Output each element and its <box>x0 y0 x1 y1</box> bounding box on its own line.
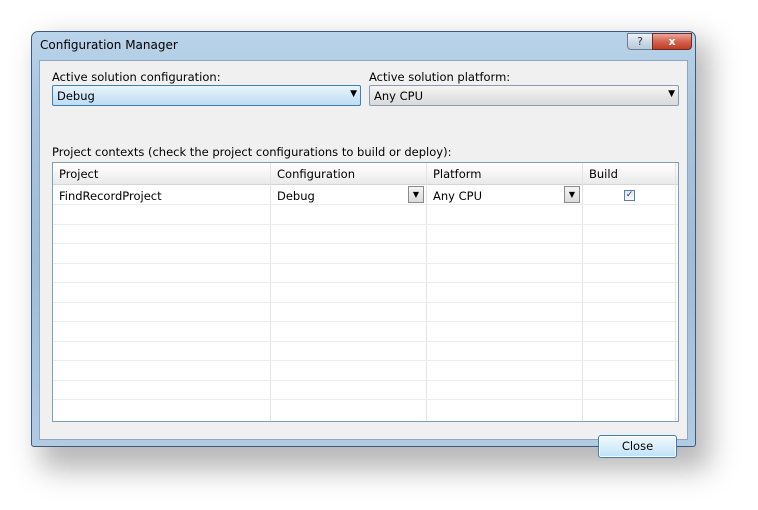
chevron-down-icon: ▼ <box>350 89 357 99</box>
active-platform-label: Active solution platform: <box>369 70 511 84</box>
window-close-button[interactable]: x <box>652 33 692 50</box>
window-title: Configuration Manager <box>40 38 178 52</box>
project-name-cell: FindRecordProject <box>59 189 162 203</box>
help-icon: ? <box>637 35 643 48</box>
help-button[interactable]: ? <box>627 33 653 50</box>
row-divider <box>53 399 678 400</box>
chevron-down-icon: ▼ <box>412 190 420 199</box>
active-config-select[interactable]: Debug ▼ <box>52 85 361 106</box>
row-divider <box>53 341 678 342</box>
column-divider <box>675 163 676 421</box>
row-divider <box>53 380 678 381</box>
close-button[interactable]: Close <box>598 435 677 458</box>
row-platform-value[interactable]: Any CPU <box>433 189 482 203</box>
column-header-configuration[interactable]: Configuration <box>277 167 355 181</box>
row-platform-dropdown[interactable]: ▼ <box>564 186 580 203</box>
title-bar: Configuration Manager ? x <box>32 32 695 60</box>
row-divider <box>53 263 678 264</box>
column-header-project[interactable]: Project <box>59 167 98 181</box>
dialog-client-area: Active solution configuration: Debug ▼ A… <box>39 60 688 458</box>
row-configuration-value[interactable]: Debug <box>277 189 315 203</box>
configuration-manager-window: Configuration Manager ? x Active solutio… <box>31 31 696 458</box>
active-config-label: Active solution configuration: <box>52 70 221 84</box>
active-platform-select[interactable]: Any CPU ▼ <box>369 85 679 106</box>
row-divider <box>53 282 678 283</box>
row-divider <box>53 243 678 244</box>
chevron-down-icon: ▼ <box>568 190 576 199</box>
row-divider <box>53 360 678 361</box>
close-icon: x <box>668 35 676 48</box>
chevron-down-icon: ▼ <box>668 89 675 99</box>
row-configuration-dropdown[interactable]: ▼ <box>408 186 424 203</box>
column-divider <box>426 163 427 421</box>
column-header-platform[interactable]: Platform <box>433 167 482 181</box>
column-header-build[interactable]: Build <box>589 167 618 181</box>
row-divider <box>53 302 678 303</box>
checkmark-icon: ✓ <box>625 190 634 200</box>
grid-header: Project Configuration Platform Build <box>53 163 678 185</box>
row-divider <box>53 224 678 225</box>
row-divider <box>53 321 678 322</box>
column-divider <box>270 163 271 421</box>
column-divider <box>582 163 583 421</box>
project-contexts-grid: Project Configuration Platform Build Fin… <box>52 162 679 422</box>
active-platform-value: Any CPU <box>374 89 423 103</box>
build-checkbox[interactable]: ✓ <box>624 190 635 201</box>
row-divider <box>53 204 678 205</box>
active-config-value: Debug <box>57 89 95 103</box>
project-contexts-label: Project contexts (check the project conf… <box>52 145 452 159</box>
